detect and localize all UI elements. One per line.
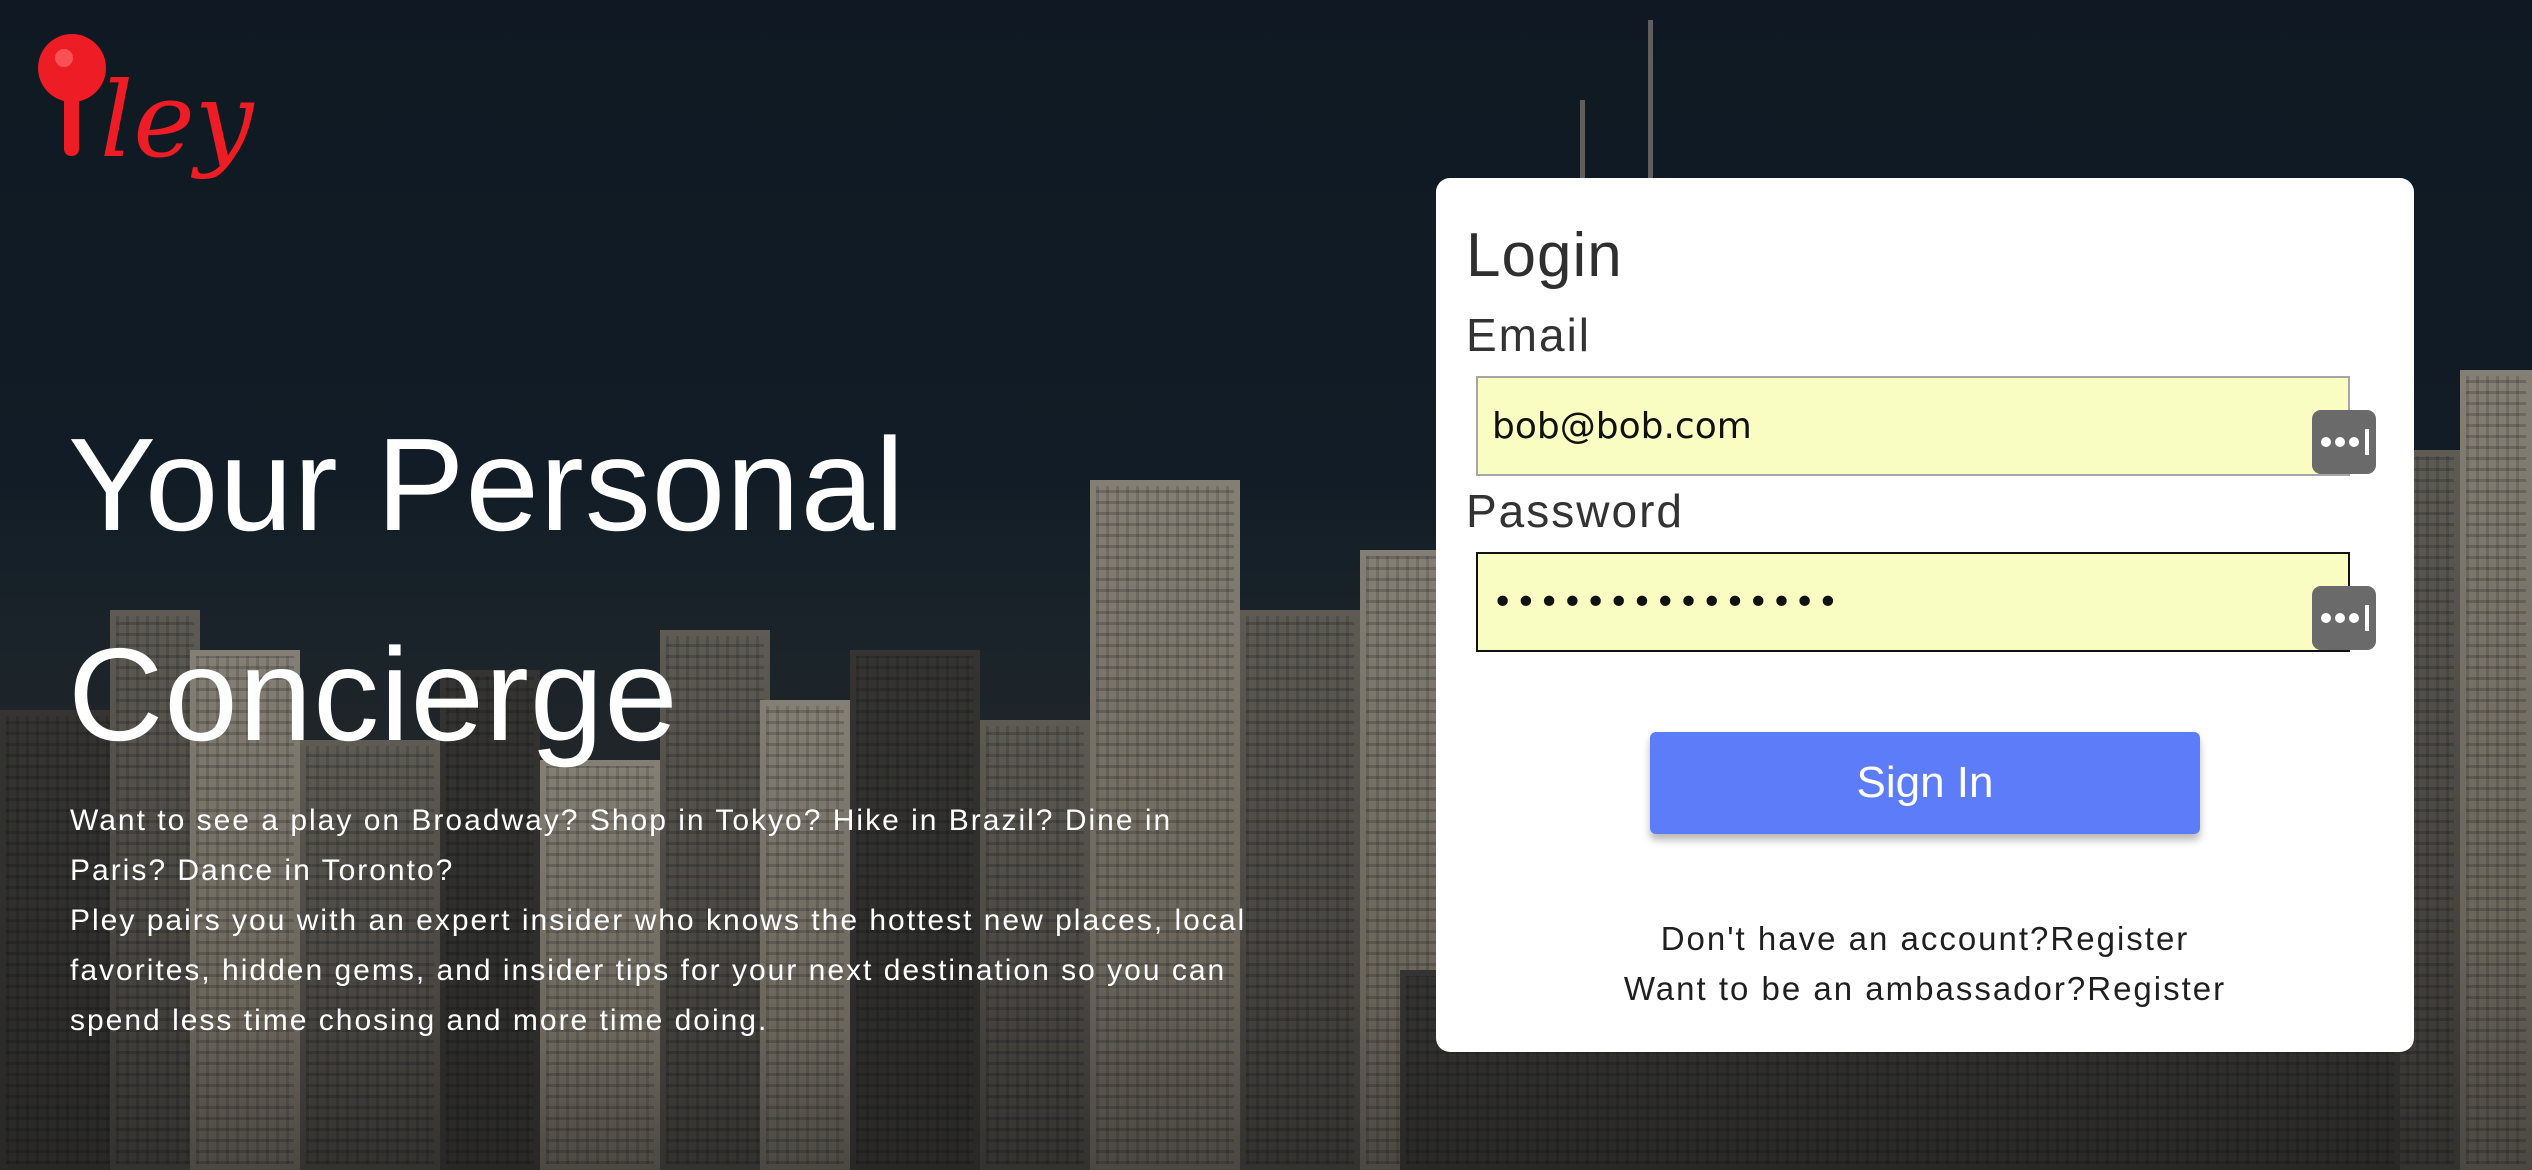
login-card: Login Email bob@bob.com Password •••••••… [1436, 178, 2414, 1052]
ambassador-row: Want to be an ambassador?Register [1436, 964, 2414, 1014]
email-value: bob@bob.com [1492, 405, 1752, 447]
password-field[interactable]: ••••••••••••••• [1476, 552, 2350, 652]
hero-title: Your Personal Concierge [68, 380, 1068, 800]
ambassador-register-link[interactable]: Register [2087, 970, 2226, 1007]
logo-text: ley [100, 59, 255, 181]
password-manager-key-icon[interactable] [2312, 586, 2376, 650]
register-links: Don't have an account?Register Want to b… [1436, 914, 2414, 1014]
password-value: ••••••••••••••• [1492, 581, 1841, 623]
hero-paragraph-1: Want to see a play on Broadway? Shop in … [70, 804, 1173, 887]
ambassador-prompt: Want to be an ambassador? [1623, 970, 2088, 1007]
hero-title-line2: Concierge [68, 621, 679, 768]
register-link[interactable]: Register [2050, 920, 2189, 957]
login-title: Login [1466, 221, 1623, 290]
password-label: Password [1466, 485, 1684, 537]
pley-logo[interactable]: ley [30, 28, 260, 208]
register-prompt: Don't have an account? [1660, 920, 2051, 957]
password-manager-key-icon[interactable] [2312, 410, 2376, 474]
email-label: Email [1466, 309, 1592, 361]
hero-title-line1: Your Personal [68, 411, 906, 558]
register-row: Don't have an account?Register [1436, 914, 2414, 964]
email-field[interactable]: bob@bob.com [1476, 376, 2350, 476]
sign-in-button[interactable]: Sign In [1650, 732, 2200, 834]
hero-paragraph-2: Pley pairs you with an expert insider wh… [70, 904, 1247, 1037]
hero-description: Want to see a play on Broadway? Shop in … [70, 796, 1270, 1046]
